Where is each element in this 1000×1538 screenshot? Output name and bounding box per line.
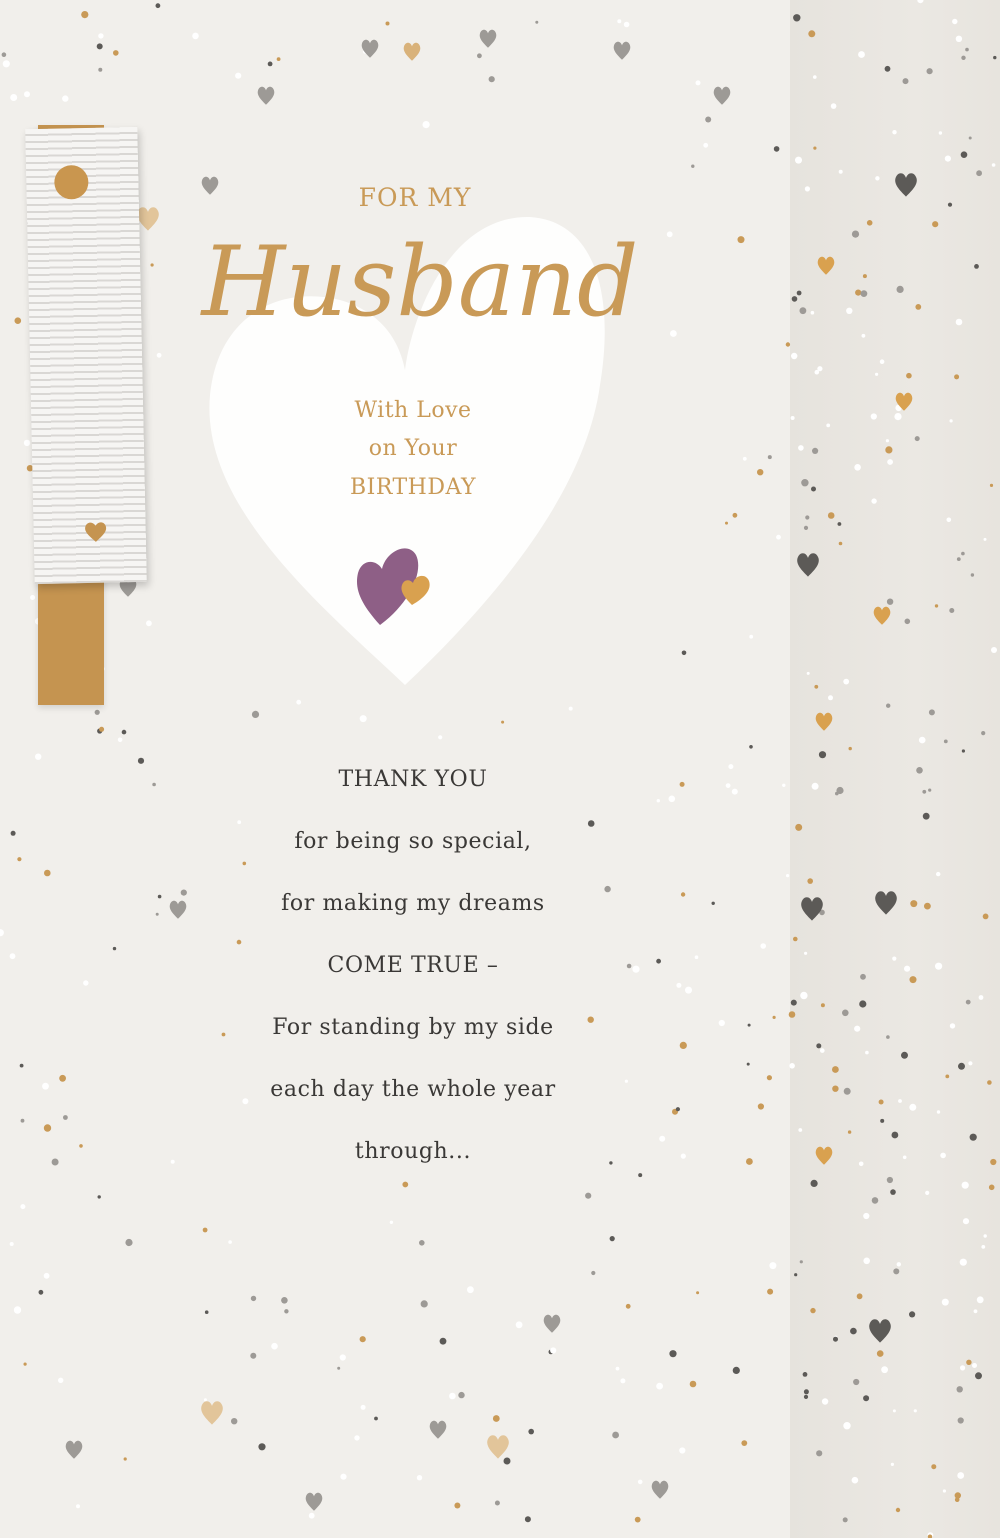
title-husband: Husband bbox=[200, 226, 639, 338]
verse-line-5: For standing by my side bbox=[272, 1015, 554, 1040]
title-husband-text: Husband bbox=[200, 226, 639, 338]
ribbon-tag bbox=[25, 126, 147, 585]
verse-line-3: for making my dreams bbox=[281, 891, 545, 916]
subtitle-line-2: on Your bbox=[368, 436, 458, 461]
verse-line-1: THANK YOU bbox=[338, 767, 488, 792]
heart-cutout-icon bbox=[85, 522, 107, 542]
card-inner-strip bbox=[790, 0, 1000, 1538]
double-heart-icon bbox=[356, 548, 430, 625]
subtitle-line-3: BIRTHDAY bbox=[349, 475, 477, 500]
verse-line-4: COME TRUE – bbox=[327, 953, 499, 978]
subtitle-line-1: With Love bbox=[354, 398, 472, 423]
ribbon-dot-icon bbox=[54, 164, 89, 200]
verse-line-7: through... bbox=[354, 1139, 472, 1164]
title-for-my: FOR MY bbox=[358, 183, 472, 212]
verse-line-6: each day the whole year bbox=[270, 1077, 556, 1102]
verse-line-2: for being so special, bbox=[294, 829, 532, 854]
